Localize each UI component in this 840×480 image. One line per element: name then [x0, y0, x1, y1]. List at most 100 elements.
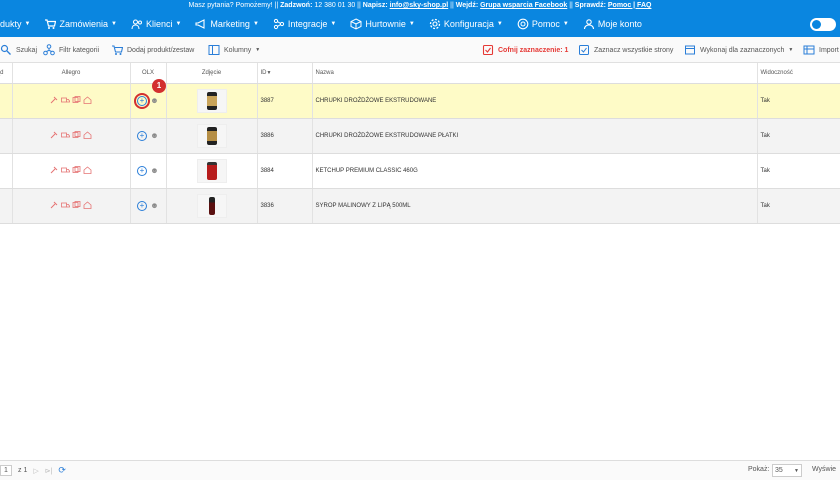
category-filter-button[interactable]: Filtr kategorii: [43, 44, 99, 56]
allegro-home-icon[interactable]: [83, 130, 92, 139]
add-product-button[interactable]: Dodaj produkt/zestaw: [111, 44, 194, 56]
row-select-cell[interactable]: [0, 153, 13, 189]
search-label: Szukaj: [16, 46, 38, 54]
olx-add-icon[interactable]: +: [134, 92, 150, 109]
box-icon: [350, 18, 362, 30]
visibility-cell: Tak: [757, 188, 840, 224]
name-cell[interactable]: SYROP MALINOWY Z LIPĄ 500ML: [312, 188, 758, 224]
theme-toggle[interactable]: [810, 18, 836, 31]
id-cell: 3884: [257, 153, 313, 189]
category-filter-label: Filtr kategorii: [59, 46, 100, 54]
allegro-home-icon[interactable]: [83, 95, 92, 104]
table-row[interactable]: + ☻ 1 3887 CHRUPKI DROŻDŻOWE EKSTRUDOWAN…: [0, 78, 840, 119]
allegro-truck-icon[interactable]: [61, 166, 70, 174]
chevron-down-icon: ▼: [24, 21, 31, 27]
olx-add-icon[interactable]: +: [137, 165, 147, 176]
allegro-copy-icon[interactable]: [72, 130, 81, 139]
col-header-first[interactable]: ąd: [0, 63, 13, 84]
nav-clients[interactable]: Klienci ▼: [124, 18, 188, 30]
nav-configuration[interactable]: Konfiguracja ▼: [422, 18, 510, 30]
next-page-icon[interactable]: ▷: [33, 467, 38, 475]
allegro-home-icon[interactable]: [83, 200, 92, 209]
nav-marketing-label: Marketing: [210, 19, 250, 29]
photo-cell: [166, 118, 258, 154]
row-select-cell[interactable]: [0, 83, 13, 119]
product-thumbnail[interactable]: [196, 123, 227, 148]
nav-orders[interactable]: Zamówienia ▼: [37, 18, 123, 30]
olx-actions: + ☻: [137, 200, 159, 211]
product-thumbnail[interactable]: [196, 193, 227, 218]
col-header-photo[interactable]: Zdjęcie: [166, 63, 258, 84]
last-page-icon[interactable]: ⊳|: [45, 467, 53, 475]
col-header-name[interactable]: Nazwa: [312, 63, 758, 84]
olx-user-icon[interactable]: ☻: [150, 131, 159, 140]
olx-user-icon[interactable]: ☻: [150, 166, 159, 175]
add-product-label: Dodaj produkt/zestaw: [127, 46, 195, 54]
help-faq-link[interactable]: Pomoc | FAQ: [608, 2, 652, 9]
refresh-icon[interactable]: ⟳: [58, 465, 66, 476]
nav-help[interactable]: Pomoc ▼: [510, 18, 576, 30]
nav-wholesalers[interactable]: Hurtownie ▼: [343, 18, 421, 30]
name-cell[interactable]: CHRUPKI DROŻDŻOWE EKSTRUDOWANE PŁATKI: [312, 118, 758, 154]
email-link[interactable]: info@sky-shop.pl: [390, 2, 449, 9]
olx-user-icon[interactable]: ☻: [150, 96, 159, 105]
allegro-truck-icon[interactable]: [61, 201, 70, 209]
allegro-hammer-icon[interactable]: [50, 166, 59, 174]
allegro-home-icon[interactable]: [83, 165, 92, 174]
olx-add-icon[interactable]: +: [137, 130, 147, 141]
col-header-id[interactable]: ID▼: [257, 63, 313, 84]
col-header-visibility[interactable]: Widoczność: [757, 63, 840, 84]
select-all-pages-button[interactable]: Zaznacz wszystkie strony: [578, 44, 673, 56]
chevron-down-icon: ▼: [111, 21, 117, 27]
nav-clients-label: Klienci: [145, 19, 173, 29]
page-size-select[interactable]: 35 ▼: [772, 464, 802, 477]
allegro-actions: [50, 130, 92, 139]
table-row[interactable]: + ☻ 3886 CHRUPKI DROŻDŻOWE EKSTRUDOWANE …: [0, 118, 840, 154]
allegro-truck-icon[interactable]: [61, 96, 70, 104]
row-select-cell[interactable]: [0, 118, 13, 154]
nav-products[interactable]: dukty ▼: [0, 19, 37, 29]
id-cell: 3886: [257, 118, 313, 154]
name-cell[interactable]: KETCHUP PREMIUM CLASSIC 460G: [312, 153, 758, 189]
allegro-copy-icon[interactable]: [72, 95, 81, 104]
bulk-action-button[interactable]: Wykonaj dla zaznaczonych ▼: [684, 44, 793, 56]
allegro-hammer-icon[interactable]: [50, 131, 59, 139]
page-input[interactable]: 1: [0, 465, 12, 476]
write-label: Napisz:: [362, 2, 388, 9]
select-all-icon: [579, 45, 589, 55]
nav-integrations[interactable]: Integracje ▼: [266, 18, 343, 30]
chevron-down-icon: ▼: [562, 21, 569, 27]
col-header-name-label: Nazwa: [315, 69, 334, 76]
select-all-pages-label: Zaznacz wszystkie strony: [594, 46, 674, 54]
id-cell: 3887: [257, 83, 313, 119]
top-info-bar: Masz pytania? Pomożemy! || Zadzwoń: 12 3…: [0, 0, 840, 11]
allegro-hammer-icon[interactable]: [50, 96, 59, 104]
columns-button[interactable]: Kolumny ▼: [208, 44, 260, 56]
undo-selection-button[interactable]: Cofnij zaznaczenie: 1: [482, 44, 568, 56]
nav-my-account[interactable]: Moje konto: [576, 18, 649, 30]
olx-user-icon[interactable]: ☻: [150, 201, 159, 210]
col-header-allegro[interactable]: Allegro: [12, 63, 131, 84]
annotation-badge: 1: [152, 78, 166, 93]
allegro-truck-icon[interactable]: [61, 131, 70, 139]
allegro-hammer-icon[interactable]: [50, 201, 59, 209]
allegro-actions: [50, 200, 92, 209]
facebook-group-link[interactable]: Grupa wsparcia Facebook: [480, 2, 567, 9]
allegro-copy-icon[interactable]: [72, 200, 81, 209]
nav-marketing[interactable]: Marketing ▼: [188, 18, 265, 30]
search-button[interactable]: Szukaj: [0, 44, 37, 56]
product-thumbnail[interactable]: [196, 88, 227, 113]
table-row[interactable]: + ☻ 3836 SYROP MALINOWY Z LIPĄ 500ML Tak: [0, 188, 840, 224]
product-thumbnail[interactable]: [196, 158, 227, 183]
check-label: Sprawdź:: [574, 2, 606, 9]
table-row[interactable]: + ☻ 3884 KETCHUP PREMIUM CLASSIC 460G Ta…: [0, 153, 840, 189]
call-label: Zadzwoń:: [280, 2, 313, 9]
import-button[interactable]: Import: [803, 44, 839, 56]
row-select-cell[interactable]: [0, 188, 13, 224]
nav-integrations-label: Integracje: [287, 19, 328, 29]
olx-add-icon[interactable]: +: [137, 200, 147, 211]
col-header-allegro-label: Allegro: [61, 69, 81, 76]
name-cell[interactable]: CHRUPKI DROŻDŻOWE EKSTRUDOWANE: [312, 83, 758, 119]
allegro-copy-icon[interactable]: [72, 165, 81, 174]
call-value[interactable]: 12 380 01 30: [314, 2, 355, 9]
